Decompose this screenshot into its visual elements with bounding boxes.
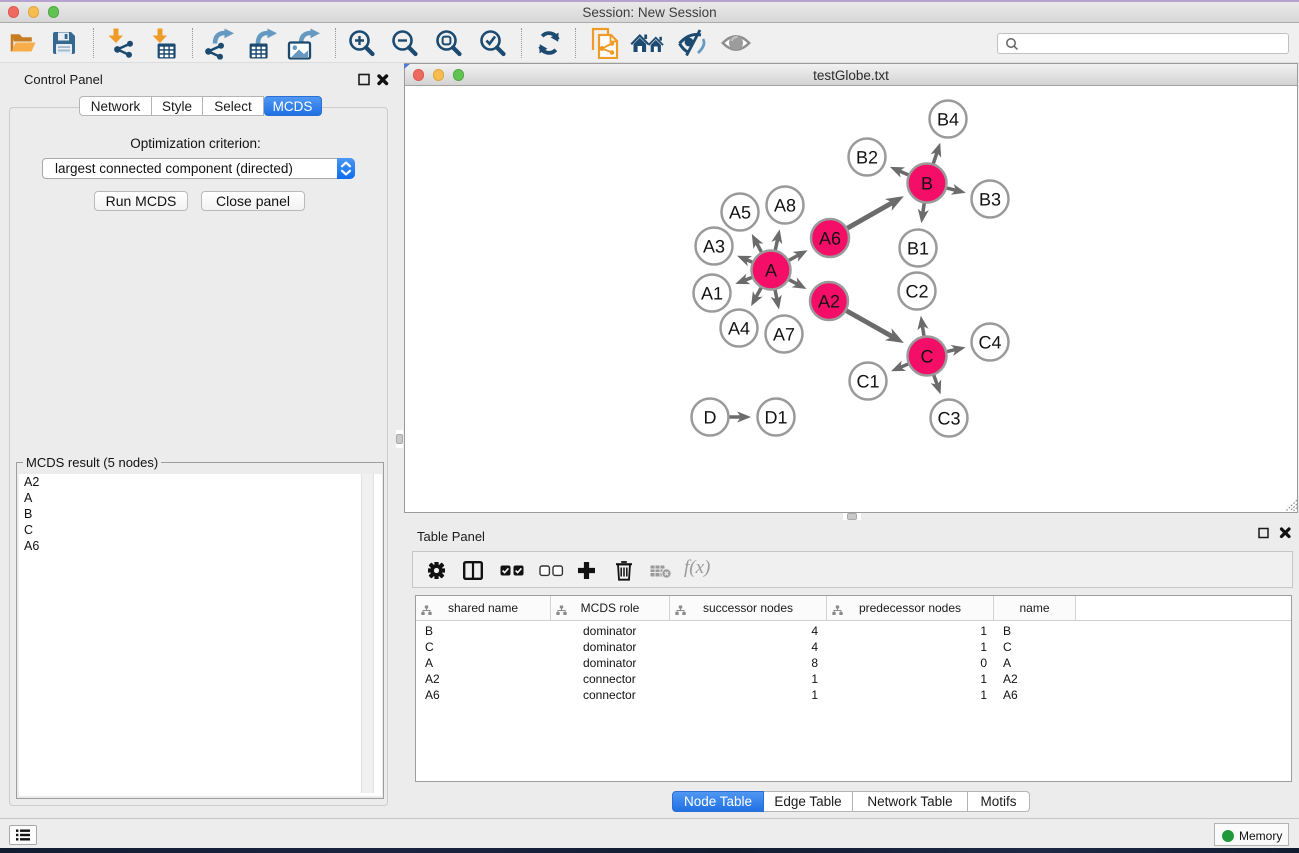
svg-text:C3: C3 <box>937 409 960 429</box>
svg-text:C2: C2 <box>905 282 928 302</box>
svg-text:B4: B4 <box>937 110 959 130</box>
svg-text:A1: A1 <box>701 284 723 304</box>
svg-text:A7: A7 <box>773 325 795 345</box>
svg-text:A6: A6 <box>819 229 841 249</box>
svg-text:C1: C1 <box>856 372 879 392</box>
svg-text:A: A <box>765 261 777 281</box>
svg-text:C4: C4 <box>978 333 1001 353</box>
svg-text:B1: B1 <box>907 239 929 259</box>
svg-text:D: D <box>704 408 717 428</box>
svg-text:A5: A5 <box>729 203 751 223</box>
svg-text:A2: A2 <box>818 292 840 312</box>
svg-text:B: B <box>921 174 933 194</box>
svg-text:A4: A4 <box>728 319 750 339</box>
svg-text:B2: B2 <box>856 148 878 168</box>
svg-text:A3: A3 <box>703 237 725 257</box>
svg-text:D1: D1 <box>764 408 787 428</box>
svg-text:C: C <box>921 347 934 367</box>
svg-text:A8: A8 <box>774 196 796 216</box>
svg-text:B3: B3 <box>979 190 1001 210</box>
